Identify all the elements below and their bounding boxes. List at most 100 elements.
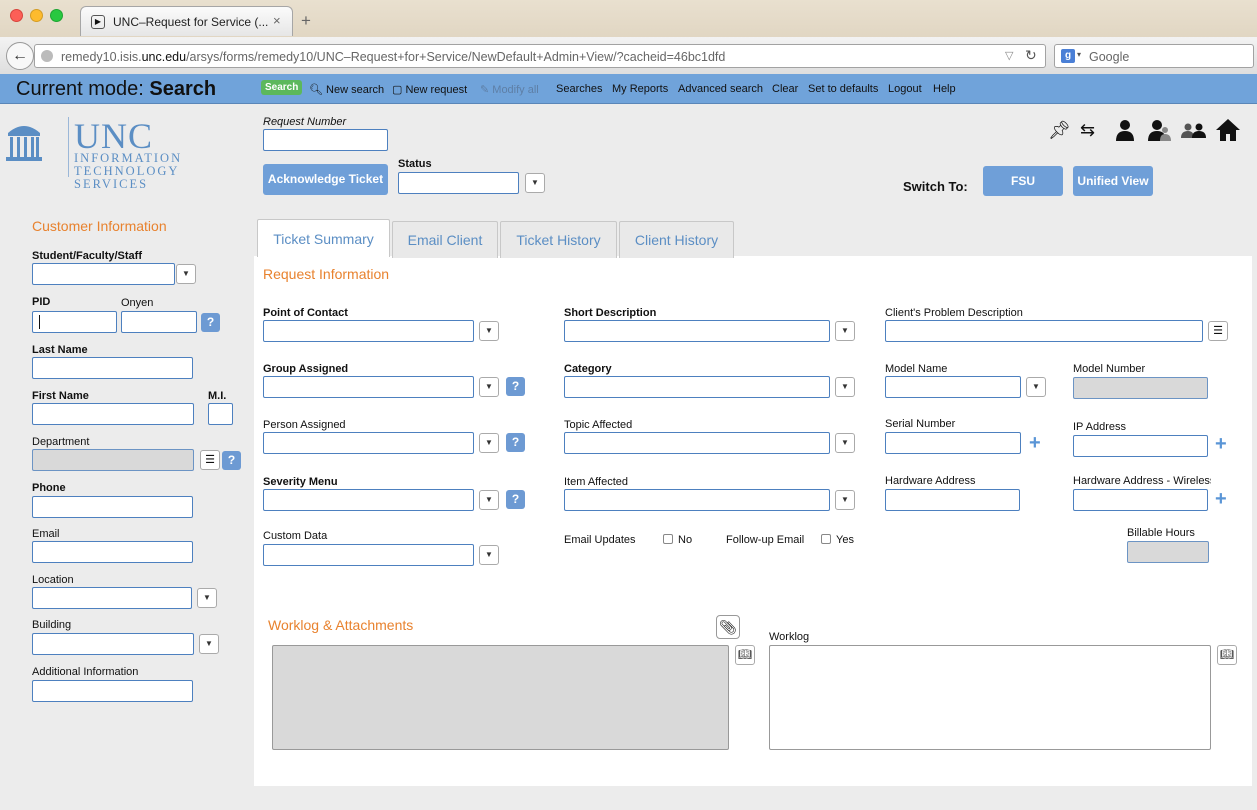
last-name-input[interactable] — [32, 357, 193, 379]
model-name-input[interactable] — [885, 376, 1021, 398]
category-dropdown[interactable]: ▼ — [835, 377, 855, 397]
severity-menu-dropdown[interactable]: ▼ — [479, 490, 499, 510]
person-assigned-help-icon[interactable]: ? — [506, 433, 525, 452]
email-input[interactable] — [32, 541, 193, 563]
set-defaults-button[interactable]: Set to defaults — [808, 83, 878, 95]
phone-input[interactable] — [32, 496, 193, 518]
worklog-book-icon[interactable]: 📖︎ — [1217, 645, 1237, 665]
point-of-contact-input[interactable] — [263, 320, 474, 342]
client-problem-list-icon[interactable]: ☰ — [1208, 321, 1228, 341]
attachments-book-icon[interactable]: 📖︎ — [735, 645, 755, 665]
model-name-dropdown[interactable]: ▼ — [1026, 377, 1046, 397]
home-icon[interactable] — [1215, 117, 1241, 143]
acknowledge-ticket-button[interactable]: Acknowledge Ticket — [263, 164, 388, 195]
minimize-window-button[interactable] — [30, 9, 43, 22]
user-icon[interactable] — [1114, 118, 1136, 142]
topic-affected-dropdown[interactable]: ▼ — [835, 433, 855, 453]
serial-number-input[interactable] — [885, 432, 1021, 454]
building-input[interactable] — [32, 633, 194, 655]
close-window-button[interactable] — [10, 9, 23, 22]
additional-information-input[interactable] — [32, 680, 193, 702]
short-description-dropdown[interactable]: ▼ — [835, 321, 855, 341]
searches-button[interactable]: Searches — [556, 83, 602, 95]
email-updates-no-checkbox[interactable] — [663, 534, 673, 544]
advanced-search-button[interactable]: Advanced search — [678, 83, 763, 95]
followup-email-yes-checkbox[interactable] — [821, 534, 831, 544]
client-problem-description-input[interactable] — [885, 320, 1203, 342]
tab-client-history[interactable]: Client History — [619, 221, 734, 258]
back-button[interactable]: ← — [6, 42, 34, 70]
modify-all-button[interactable]: ✎ Modify all — [480, 83, 539, 96]
hardware-address-wireless-input[interactable] — [1073, 489, 1208, 511]
status-dropdown-button[interactable]: ▼ — [525, 173, 545, 193]
clear-button[interactable]: Clear — [772, 83, 798, 95]
serial-number-add-icon[interactable]: + — [1029, 433, 1041, 453]
department-list-icon[interactable]: ☰ — [200, 450, 220, 470]
ip-address-add-icon[interactable]: + — [1215, 434, 1227, 454]
tab-email-client[interactable]: Email Client — [392, 221, 498, 258]
hardware-address-input[interactable] — [885, 489, 1020, 511]
location-input[interactable] — [32, 587, 192, 609]
fsu-button[interactable]: FSU — [983, 166, 1063, 196]
pin-icon[interactable]: 📌︎ — [1048, 120, 1071, 140]
new-search-button[interactable]: 🔍︎ New search — [309, 83, 384, 96]
ip-address-input[interactable] — [1073, 435, 1208, 457]
logout-button[interactable]: Logout — [888, 83, 922, 95]
request-number-input[interactable] — [263, 129, 388, 151]
person-assigned-dropdown[interactable]: ▼ — [479, 433, 499, 453]
swap-icon[interactable]: ⇆ — [1080, 120, 1095, 140]
unified-view-button[interactable]: Unified View — [1073, 166, 1153, 196]
status-input[interactable] — [398, 172, 519, 194]
item-affected-dropdown[interactable]: ▼ — [835, 490, 855, 510]
pid-input[interactable] — [32, 311, 117, 333]
worklog-textarea[interactable] — [769, 645, 1211, 750]
reload-icon[interactable]: ↻ — [1025, 47, 1037, 64]
point-of-contact-dropdown[interactable]: ▼ — [479, 321, 499, 341]
middle-initial-input[interactable] — [208, 403, 233, 425]
onyen-help-icon[interactable]: ? — [201, 313, 220, 332]
student-faculty-staff-input[interactable] — [32, 263, 175, 285]
custom-data-input[interactable] — [263, 544, 474, 566]
billable-hours-input[interactable] — [1127, 541, 1209, 563]
search-button[interactable]: Search — [261, 80, 303, 95]
tab-close-icon[interactable]: × — [273, 13, 281, 28]
search-engine-dropdown-icon[interactable]: ▾ — [1077, 50, 1081, 59]
severity-menu-help-icon[interactable]: ? — [506, 490, 525, 509]
tab-ticket-history[interactable]: Ticket History — [500, 221, 617, 258]
zoom-window-button[interactable] — [50, 9, 63, 22]
category-input[interactable] — [564, 376, 830, 398]
new-tab-icon[interactable]: + — [301, 11, 311, 31]
group-assigned-dropdown[interactable]: ▼ — [479, 377, 499, 397]
student-faculty-staff-dropdown[interactable]: ▼ — [176, 264, 196, 284]
google-icon[interactable]: g — [1061, 49, 1075, 63]
department-help-icon[interactable]: ? — [222, 451, 241, 470]
severity-menu-input[interactable] — [263, 489, 474, 511]
my-reports-button[interactable]: My Reports — [612, 83, 668, 95]
attachments-area[interactable] — [272, 645, 729, 750]
item-affected-input[interactable] — [564, 489, 830, 511]
onyen-input[interactable] — [121, 311, 197, 333]
tab-ticket-summary[interactable]: Ticket Summary — [257, 219, 390, 257]
group-assigned-input[interactable] — [263, 376, 474, 398]
short-description-input[interactable] — [564, 320, 830, 342]
department-input[interactable] — [32, 449, 194, 471]
paperclip-icon[interactable]: 📎︎ — [716, 615, 740, 639]
building-dropdown[interactable]: ▼ — [199, 634, 219, 654]
new-request-button[interactable]: ▢ New request — [392, 83, 467, 96]
location-dropdown[interactable]: ▼ — [197, 588, 217, 608]
hardware-address-wireless-add-icon[interactable]: + — [1215, 489, 1227, 509]
person-assigned-label: Person Assigned — [263, 419, 346, 431]
custom-data-dropdown[interactable]: ▼ — [479, 545, 499, 565]
people-icon[interactable] — [1180, 118, 1208, 142]
bookmark-dropdown-icon[interactable]: ▽ — [1005, 49, 1013, 62]
help-button[interactable]: Help — [933, 83, 956, 95]
group-assigned-help-icon[interactable]: ? — [506, 377, 525, 396]
topic-affected-input[interactable] — [564, 432, 830, 454]
model-number-input[interactable] — [1073, 377, 1208, 399]
browser-search-box[interactable]: g ▾ Google — [1054, 44, 1254, 68]
person-assigned-input[interactable] — [263, 432, 474, 454]
address-bar[interactable]: remedy10.isis.unc.edu/arsys/forms/remedy… — [34, 44, 1046, 68]
user-group-icon[interactable] — [1146, 118, 1172, 142]
first-name-input[interactable] — [32, 403, 194, 425]
browser-tab[interactable]: ▶ UNC–Request for Service (... × — [80, 6, 293, 36]
